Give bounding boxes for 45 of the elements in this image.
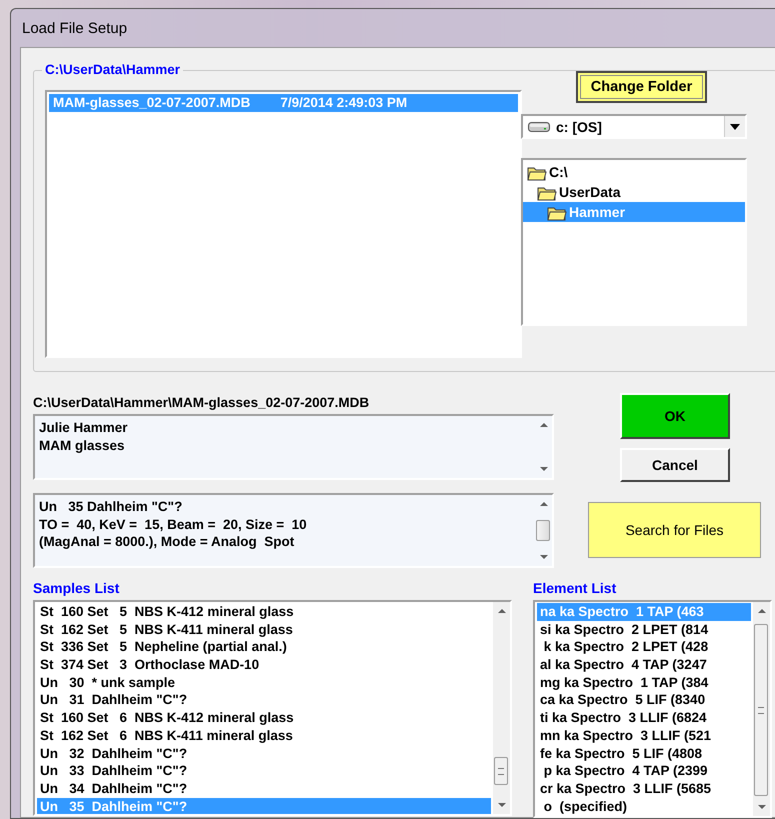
list-item[interactable]: Un 34 Dahlheim "C"? (37, 780, 491, 798)
drive-value: c: [OS] (556, 118, 602, 134)
folder-tree[interactable]: C:\ UserData Hammer (521, 158, 747, 326)
file-path: C:\UserData\Hammer\MAM-glasses_02-07-2007.MDB (33, 395, 370, 410)
list-item[interactable]: St 374 Set 3 Orthoclase MAD-10 (37, 656, 491, 674)
tree-item[interactable]: UserData (523, 182, 745, 202)
list-item[interactable]: k ka Spectro 2 LPET (428 (537, 638, 751, 656)
list-item[interactable]: mg ka Spectro 1 TAP (384 (537, 674, 751, 692)
list-item[interactable]: mn ka Spectro 3 LLIF (521 (537, 726, 751, 744)
samples-list-label: Samples List (33, 580, 120, 596)
list-item[interactable]: St 336 Set 5 Nepheline (partial anal.) (37, 638, 491, 656)
list-item[interactable]: al ka Spectro 4 TAP (3247 (537, 656, 751, 674)
drive-icon (528, 120, 550, 132)
list-item[interactable]: fe ka Spectro 5 LIF (4808 (537, 744, 751, 762)
change-folder-button[interactable]: Change Folder (576, 71, 707, 103)
list-item[interactable]: St 160 Set 5 NBS K-412 mineral glass (37, 603, 491, 621)
folder-group-title: C:\UserData\Hammer (42, 62, 184, 77)
list-item[interactable]: Un 32 Dahlheim "C"? (37, 744, 491, 762)
list-item[interactable]: Un 33 Dahlheim "C"? (37, 762, 491, 780)
window-title: Load File Setup (21, 18, 128, 38)
search-files-button[interactable]: Search for Files (588, 502, 761, 558)
cancel-button[interactable]: Cancel (620, 448, 730, 482)
caret-icon (730, 124, 740, 130)
element-list-label: Element List (533, 580, 616, 596)
scrollbar[interactable] (493, 602, 510, 814)
scrollbar[interactable] (753, 602, 770, 816)
list-item[interactable]: si ka Spectro 2 LPET (814 (537, 620, 751, 638)
list-item[interactable]: p ka Spectro 4 TAP (2399 (537, 762, 751, 780)
list-item[interactable]: Un 31 Dahlheim "C"? (37, 691, 491, 710)
list-item[interactable]: St 162 Set 5 NBS K-411 mineral glass (37, 620, 491, 638)
list-item[interactable]: St 162 Set 6 NBS K-411 mineral glass (37, 726, 491, 744)
file-date: 7/9/2014 2:49:03 PM (280, 95, 408, 111)
dropdown-button[interactable] (724, 116, 745, 137)
file-name: MAM-glasses_02-07-2007.MDB (53, 95, 250, 111)
ok-button[interactable]: OK (620, 393, 730, 439)
list-item[interactable]: o (specified) (537, 798, 751, 816)
scrollbar-thumb[interactable] (494, 757, 508, 785)
list-item[interactable]: ca ka Spectro 5 LIF (8340 (537, 691, 751, 710)
list-item[interactable]: Un 30 * unk sample (37, 674, 491, 692)
list-item[interactable]: St 160 Set 6 NBS K-412 mineral glass (37, 709, 491, 727)
list-item[interactable]: cr ka Spectro 3 LLIF (5685 (537, 780, 751, 798)
drive-dropdown[interactable]: c: [OS] (521, 114, 747, 139)
list-item[interactable]: ti ka Spectro 3 LLIF (6824 (537, 709, 751, 727)
scrollbar-thumb[interactable] (754, 624, 768, 796)
tree-item[interactable]: C:\ (523, 162, 745, 182)
